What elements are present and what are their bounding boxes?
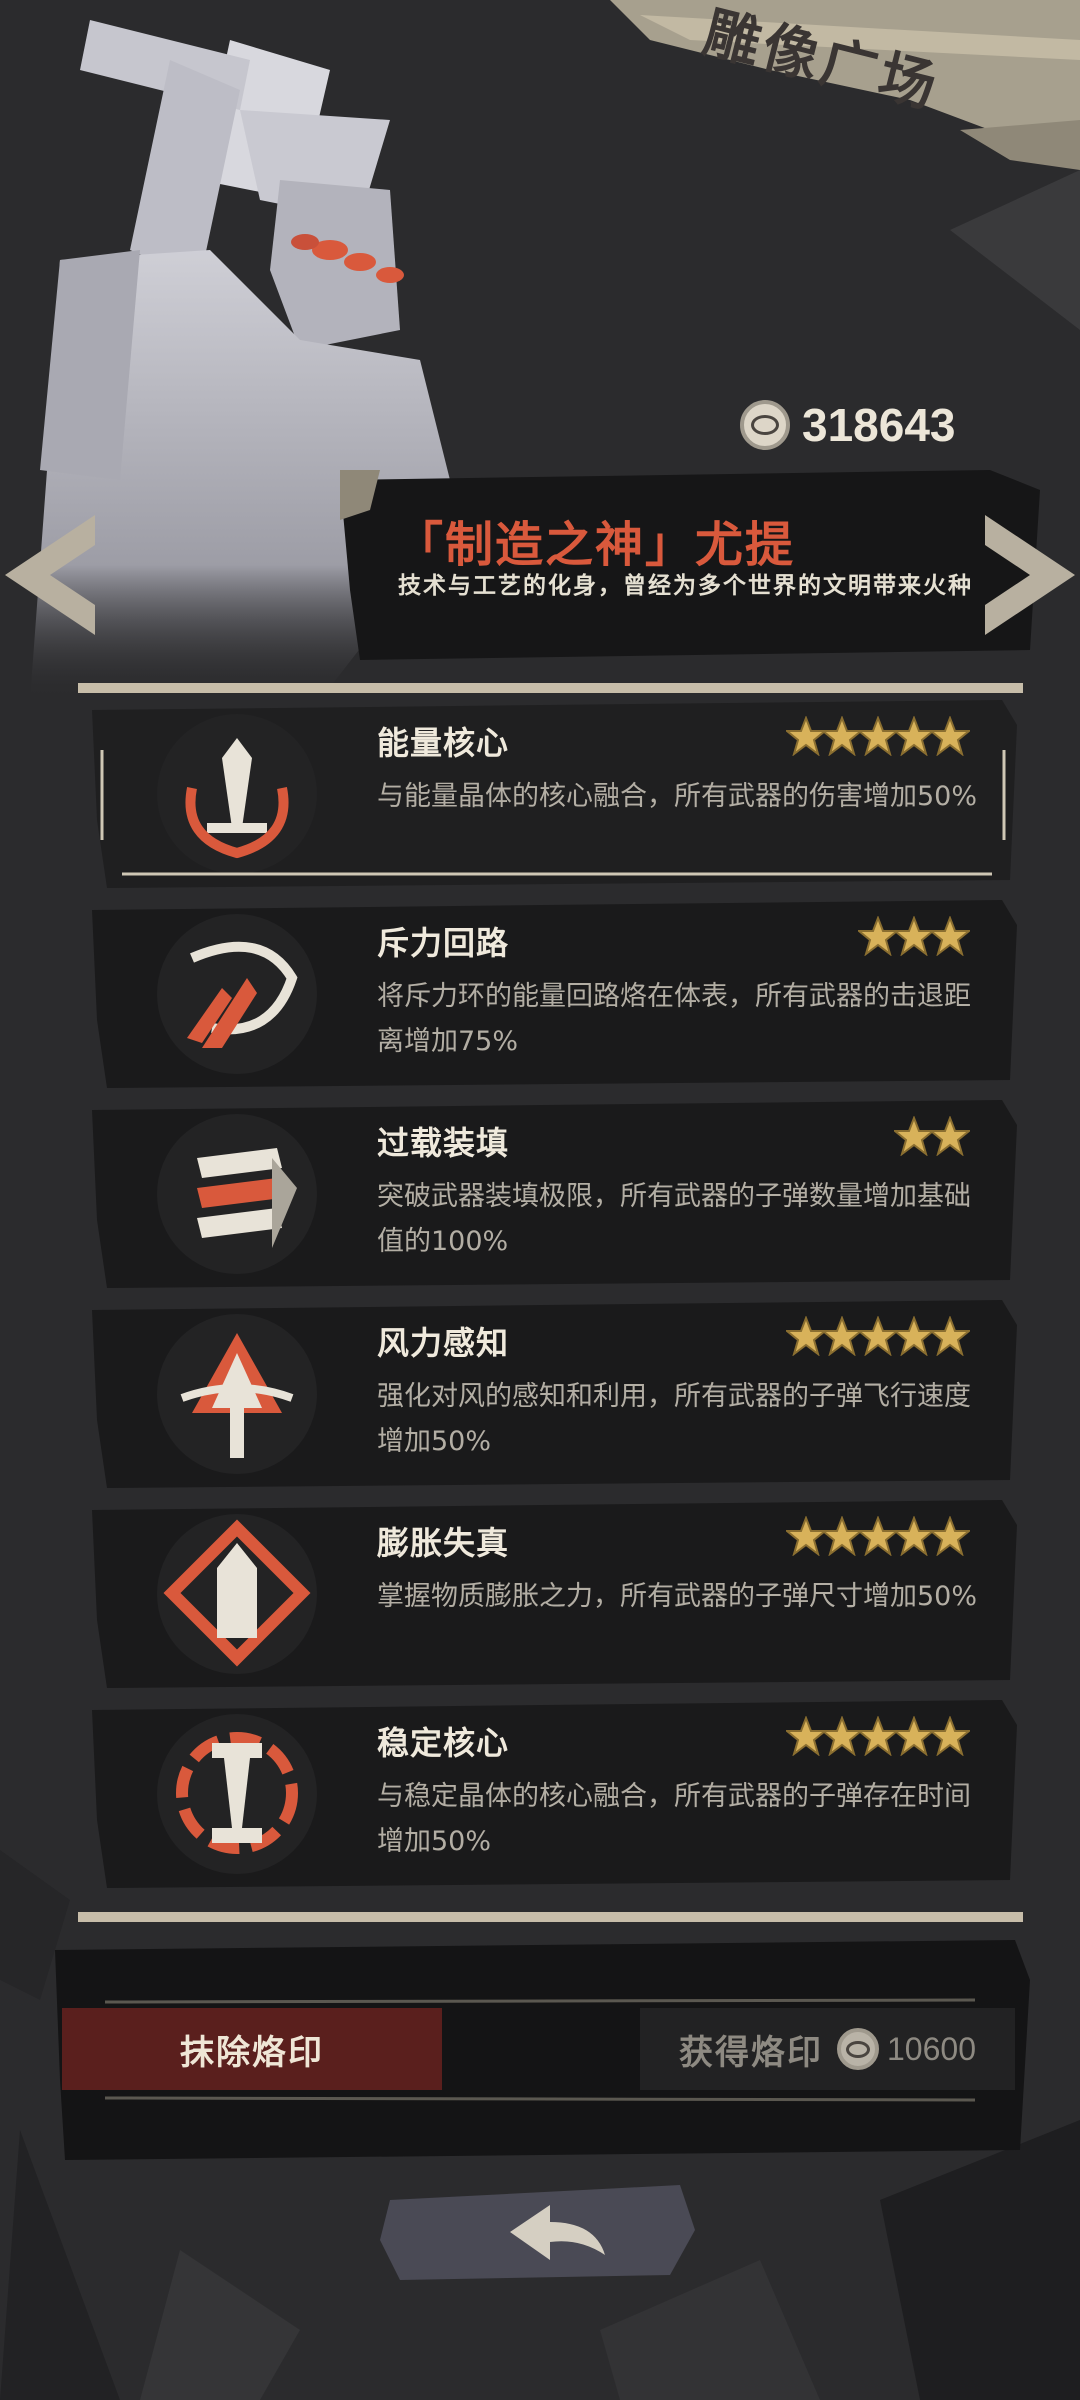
star-icon <box>894 1716 934 1756</box>
star-icon <box>930 1516 970 1556</box>
skill-description: 突破武器装填极限，所有武器的子弹数量增加基础值的100% <box>377 1181 971 1257</box>
next-statue-button[interactable] <box>980 510 1080 640</box>
repulsion-swirl-icon <box>187 941 298 1048</box>
star-icon <box>930 1316 970 1356</box>
skill-name: 斥力回路 <box>377 924 510 962</box>
skill-description: 与能量晶体的核心融合，所有武器的伤害增加50% <box>377 781 978 812</box>
skill-stars <box>786 1516 970 1556</box>
star-icon <box>858 716 898 756</box>
magazine-overload-icon <box>197 1148 297 1248</box>
skill-name: 能量核心 <box>377 724 510 762</box>
back-button[interactable] <box>380 2170 700 2290</box>
remove-brand-button[interactable]: 抹除烙印 <box>62 2008 442 2090</box>
star-icon <box>858 1516 898 1556</box>
star-icon <box>822 1716 862 1756</box>
skill-stars <box>786 1716 970 1756</box>
star-icon <box>822 716 862 756</box>
star-icon <box>930 1116 970 1156</box>
stable-core-icon <box>176 1732 298 1854</box>
list-top-rule <box>78 683 1023 693</box>
star-icon <box>930 1716 970 1756</box>
skill-stars <box>894 1116 970 1156</box>
star-icon <box>894 716 934 756</box>
star-icon <box>894 1116 934 1156</box>
eye-coin-icon <box>740 400 790 450</box>
star-icon <box>786 1316 826 1356</box>
skill-card[interactable]: 膨胀失真掌握物质膨胀之力，所有武器的子弹尺寸增加50% <box>92 1500 1017 1688</box>
skill-description: 与稳定晶体的核心融合，所有武器的子弹存在时间增加50% <box>377 1781 971 1857</box>
list-bottom-rule <box>78 1912 1023 1922</box>
skill-stars <box>786 1316 970 1356</box>
star-icon <box>822 1316 862 1356</box>
currency-display: 318643 <box>740 390 1030 460</box>
star-icon <box>858 1316 898 1356</box>
skill-card[interactable]: 稳定核心与稳定晶体的核心融合，所有武器的子弹存在时间增加50% <box>92 1700 1017 1888</box>
star-icon <box>930 716 970 756</box>
previous-statue-button[interactable] <box>0 510 100 640</box>
skill-name: 风力感知 <box>377 1324 510 1362</box>
star-icon <box>786 1716 826 1756</box>
star-icon <box>786 1516 826 1556</box>
obtain-brand-cost: 10600 <box>887 2030 976 2067</box>
skill-name: 稳定核心 <box>377 1724 510 1762</box>
star-icon <box>894 916 934 956</box>
remove-brand-label: 抹除烙印 <box>180 2032 324 2073</box>
obtain-brand-label: 获得烙印 <box>679 2032 823 2073</box>
sword-icon <box>185 738 289 859</box>
deity-name: 「制造之神」尤提 <box>395 517 796 573</box>
star-icon <box>858 916 898 956</box>
obtain-brand-button[interactable]: 获得烙印 10600 <box>640 2008 1015 2090</box>
skill-description: 掌握物质膨胀之力，所有武器的子弹尺寸增加50% <box>377 1581 978 1612</box>
skill-description: 强化对风的感知和利用，所有武器的子弹飞行速度增加50% <box>377 1381 971 1457</box>
currency-amount: 318643 <box>802 399 956 451</box>
star-icon <box>822 1516 862 1556</box>
star-icon <box>786 716 826 756</box>
deity-description: 技术与工艺的化身，曾经为多个世界的文明带来火种 <box>398 573 973 599</box>
star-icon <box>894 1516 934 1556</box>
expanding-bullet-icon <box>163 1519 311 1667</box>
skill-card[interactable]: 风力感知强化对风的感知和利用，所有武器的子弹飞行速度增加50% <box>92 1300 1017 1488</box>
skill-description: 将斥力环的能量回路烙在体表，所有武器的击退距离增加75% <box>377 981 971 1057</box>
eye-coin-icon <box>837 2028 879 2070</box>
star-icon <box>894 1316 934 1356</box>
wind-arrow-icon <box>180 1333 294 1458</box>
skill-stars <box>786 716 970 756</box>
skill-name: 膨胀失真 <box>377 1524 510 1562</box>
skill-name: 过载装填 <box>377 1124 510 1162</box>
star-icon <box>858 1716 898 1756</box>
skill-card[interactable]: 斥力回路将斥力环的能量回路烙在体表，所有武器的击退距离增加75% <box>92 900 1017 1088</box>
skill-card[interactable]: 过载装填突破武器装填极限，所有武器的子弹数量增加基础值的100% <box>92 1100 1017 1288</box>
star-icon <box>930 916 970 956</box>
skill-card[interactable]: 能量核心与能量晶体的核心融合，所有武器的伤害增加50% <box>92 700 1017 888</box>
skill-stars <box>858 916 970 956</box>
